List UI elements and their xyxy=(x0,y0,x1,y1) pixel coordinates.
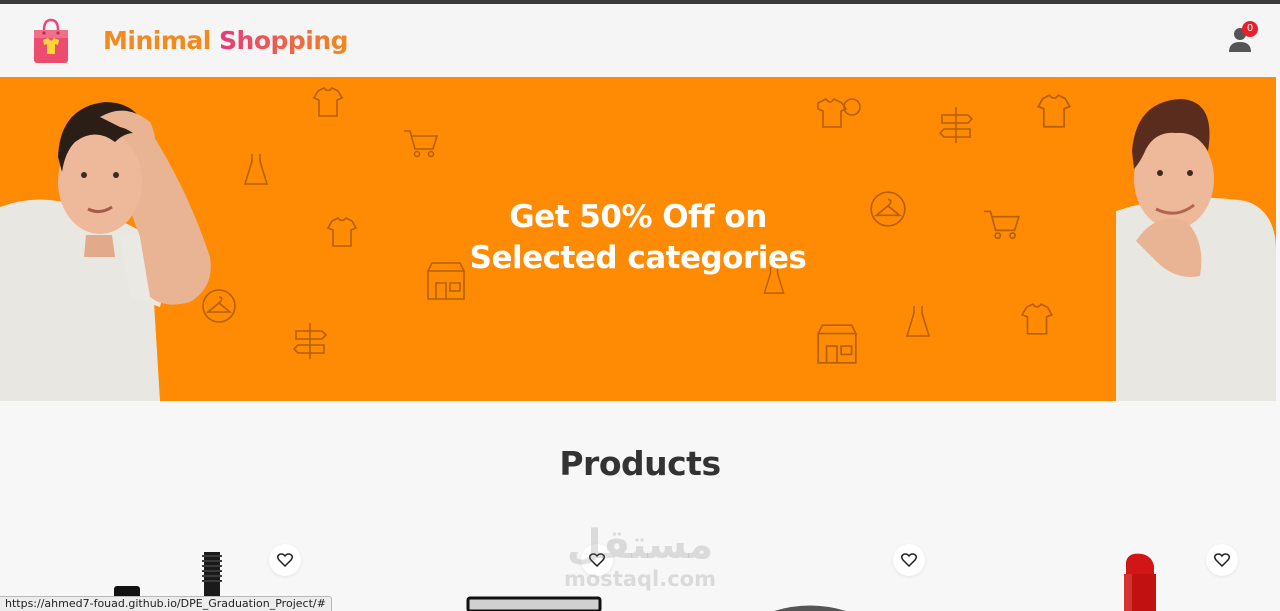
watermark-arabic: مستقل xyxy=(566,522,714,568)
signpost-deco-icon xyxy=(938,107,974,143)
heart-icon xyxy=(277,553,293,567)
favorite-button-3[interactable] xyxy=(893,544,925,576)
cart-deco-icon xyxy=(404,130,439,158)
tshirt-deco-icon xyxy=(1036,94,1072,128)
brand-word-minimal: Minimal xyxy=(103,26,211,55)
promo-line-1: Get 50% Off on xyxy=(509,199,767,235)
products-section-title: Products xyxy=(559,444,721,483)
dress-deco-icon xyxy=(243,154,269,185)
promo-headline: Get 50% Off on Selected categories xyxy=(0,197,1276,279)
watermark: مستقل mostaql.com xyxy=(560,522,720,590)
tag-deco-icon xyxy=(817,97,861,128)
status-bar-url: https://ahmed7-fouad.github.io/DPE_Gradu… xyxy=(0,596,332,611)
tshirt-deco-icon xyxy=(312,86,344,117)
shopping-bag-logo-icon[interactable] xyxy=(32,18,70,64)
cart-count-badge: 0 xyxy=(1242,21,1258,37)
brand-word-shopping: Shopping xyxy=(219,26,349,55)
brand-name[interactable]: Minimal Shopping xyxy=(103,26,349,55)
site-header: Minimal Shopping xyxy=(0,4,1280,77)
watermark-latin: mostaql.com xyxy=(564,567,716,591)
heart-icon xyxy=(901,553,917,567)
promo-banner[interactable]: Get 50% Off on Selected categories xyxy=(0,77,1276,401)
product-image-lipstick[interactable] xyxy=(1120,552,1160,611)
signpost-deco-icon xyxy=(292,323,328,359)
favorite-button-4[interactable] xyxy=(1206,544,1238,576)
dress-deco-icon xyxy=(905,306,931,337)
product-image-mirror[interactable] xyxy=(466,596,602,611)
product-image-3[interactable] xyxy=(770,604,850,611)
heart-icon xyxy=(1214,553,1230,567)
favorite-button-1[interactable] xyxy=(269,544,301,576)
store-deco-icon xyxy=(816,324,858,364)
promo-line-2: Selected categories xyxy=(469,240,807,276)
tshirt-deco-icon xyxy=(1020,303,1054,335)
